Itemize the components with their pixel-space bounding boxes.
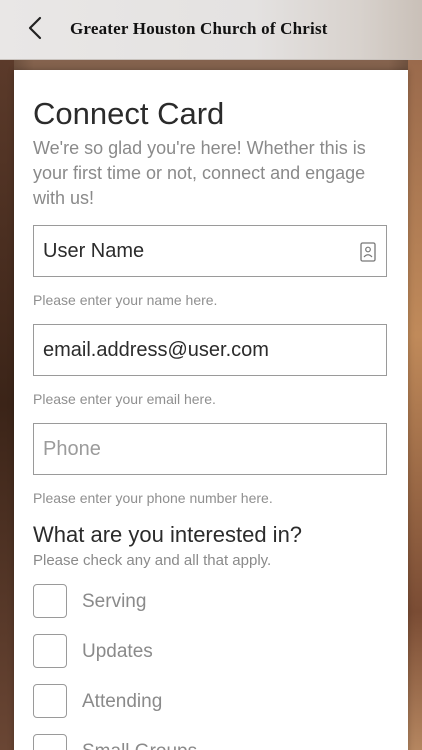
interests-subheading: Please check any and all that apply. [33, 552, 272, 569]
card-subtitle: We're so glad you're here! Whether this … [33, 138, 366, 208]
checkbox[interactable] [33, 734, 67, 750]
chevron-left-icon [28, 16, 42, 40]
connect-card: Connect Card We're so glad you're here! … [14, 70, 408, 750]
checkbox-label: Updates [82, 641, 153, 662]
interest-option-small-groups[interactable]: Small Groups [33, 734, 373, 750]
interest-option-attending[interactable]: Attending [33, 684, 373, 720]
name-field [33, 225, 387, 277]
checkbox-label: Attending [82, 691, 163, 712]
background-left-edge [0, 60, 14, 750]
checkbox[interactable] [33, 634, 67, 668]
checkbox-label: Small Groups [82, 741, 197, 750]
checkbox-label: Serving [82, 591, 147, 612]
card-title: Connect Card [33, 96, 225, 131]
interest-option-updates[interactable]: Updates [33, 634, 373, 670]
phone-helper-text: Please enter your phone number here. [33, 490, 273, 506]
phone-input[interactable] [34, 424, 386, 474]
background-right-edge [408, 60, 422, 750]
checkbox[interactable] [33, 584, 67, 618]
back-button[interactable] [18, 12, 52, 46]
email-field [33, 324, 387, 376]
name-helper-text: Please enter your name here. [33, 292, 218, 308]
interests-heading: What are you interested in? [33, 522, 303, 547]
email-helper-text: Please enter your email here. [33, 391, 216, 407]
navigation-header: Greater Houston Church of Christ [0, 0, 422, 60]
email-input[interactable] [34, 325, 386, 375]
interest-option-serving[interactable]: Serving [33, 584, 373, 620]
page-title: Greater Houston Church of Christ [70, 19, 328, 38]
name-input[interactable] [34, 226, 386, 276]
checkbox[interactable] [33, 684, 67, 718]
phone-field [33, 423, 387, 475]
contact-card-icon [360, 242, 376, 262]
